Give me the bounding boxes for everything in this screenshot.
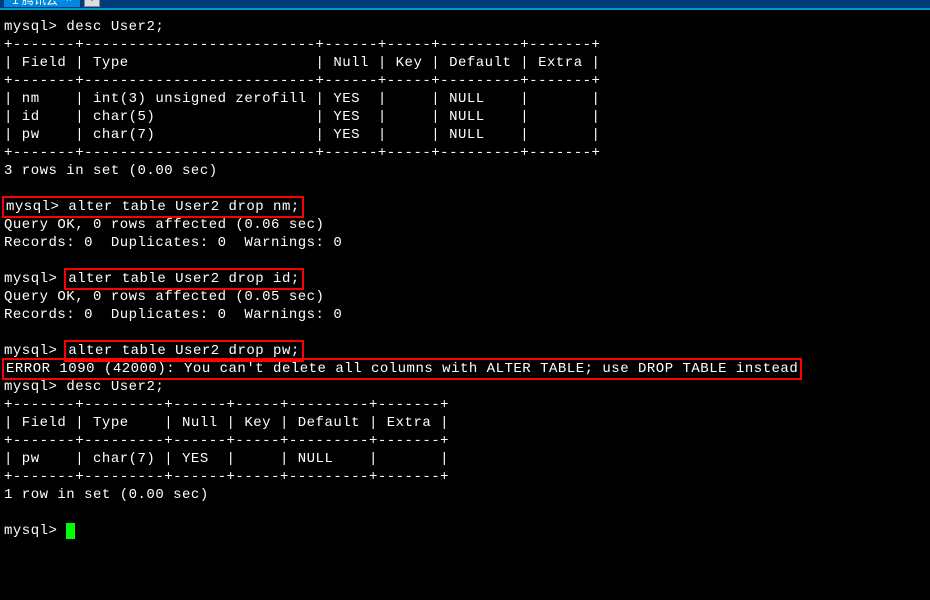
table-separator: +-------+---------+------+-----+--------… — [4, 469, 449, 485]
prompt: mysql> — [4, 379, 57, 395]
table-row: | pw | char(7) | YES | | NULL | | — [4, 127, 600, 143]
highlighted-error: ERROR 1090 (42000): You can't delete all… — [2, 358, 802, 380]
table-row: | nm | int(3) unsigned zerofill | YES | … — [4, 91, 600, 107]
highlighted-command: alter table User2 drop id; — [64, 268, 303, 290]
prompt: mysql> — [4, 271, 57, 287]
table-header: | Field | Type | Null | Key | Default | … — [4, 415, 449, 431]
close-icon[interactable]: × — [66, 0, 72, 5]
alter-drop-nm-cmd: alter table User2 drop nm; — [68, 199, 299, 215]
tab-label: 1 腾讯云 — [12, 0, 58, 8]
table-separator: +-------+---------+------+-----+--------… — [4, 433, 449, 449]
query-ok: Query OK, 0 rows affected (0.06 sec) — [4, 217, 324, 233]
records-info: Records: 0 Duplicates: 0 Warnings: 0 — [4, 307, 342, 323]
prompt: mysql> — [4, 19, 57, 35]
tab[interactable]: 1 腾讯云 × — [4, 0, 80, 7]
query-ok: Query OK, 0 rows affected (0.05 sec) — [4, 289, 324, 305]
table-separator: +-------+--------------------------+----… — [4, 145, 600, 161]
table-separator: +-------+--------------------------+----… — [4, 73, 600, 89]
rows-in-set: 3 rows in set (0.00 sec) — [4, 163, 218, 179]
alter-drop-id-cmd: alter table User2 drop id; — [68, 271, 299, 287]
table-row: | pw | char(7) | YES | | NULL | | — [4, 451, 449, 467]
prompt: mysql> — [4, 523, 57, 539]
error-message: ERROR 1090 (42000): You can't delete all… — [6, 361, 798, 377]
table-separator: +-------+--------------------------+----… — [4, 37, 600, 53]
add-tab-button[interactable]: + — [84, 0, 100, 7]
desc-user2-cmd: desc User2; — [66, 379, 164, 395]
records-info: Records: 0 Duplicates: 0 Warnings: 0 — [4, 235, 342, 251]
table-separator: +-------+---------+------+-----+--------… — [4, 397, 449, 413]
table-row: | id | char(5) | YES | | NULL | | — [4, 109, 600, 125]
cursor-icon[interactable] — [66, 523, 75, 539]
prompt: mysql> — [4, 343, 57, 359]
prompt: mysql> — [6, 199, 59, 215]
terminal-output: mysql> desc User2; +-------+------------… — [0, 10, 930, 548]
alter-drop-pw-cmd: alter table User2 drop pw; — [68, 343, 299, 359]
table-header: | Field | Type | Null | Key | Default | … — [4, 55, 600, 71]
rows-in-set: 1 row in set (0.00 sec) — [4, 487, 209, 503]
desc-user2-cmd: desc User2; — [66, 19, 164, 35]
titlebar: 1 腾讯云 × + — [0, 0, 930, 10]
highlighted-command: mysql> alter table User2 drop nm; — [2, 196, 304, 218]
